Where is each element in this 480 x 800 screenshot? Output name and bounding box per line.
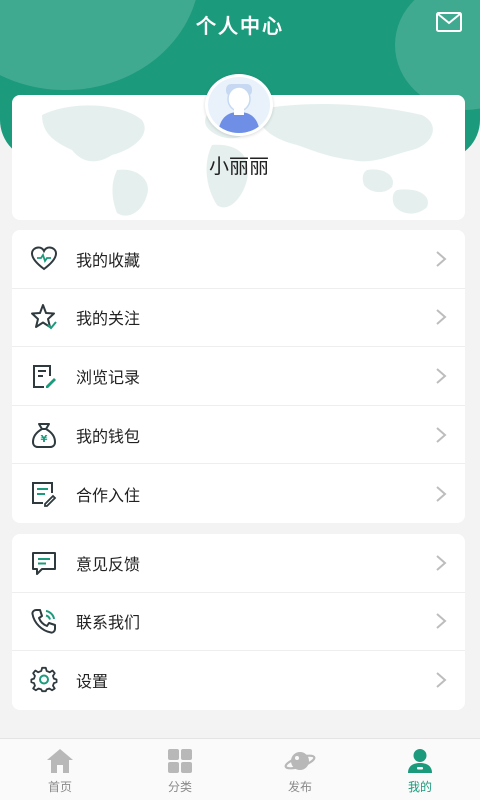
star-icon xyxy=(31,304,57,330)
tab-publish[interactable]: 发布 xyxy=(240,739,360,800)
phone-icon xyxy=(31,609,56,634)
tab-label: 发布 xyxy=(287,780,312,794)
tab-home[interactable]: 首页 xyxy=(0,739,120,800)
cooperation-icon xyxy=(32,481,57,507)
menu-item-feedback[interactable]: 意见反馈 xyxy=(12,534,465,593)
tab-label: 分类 xyxy=(167,780,192,794)
chevron-right-icon xyxy=(436,555,447,571)
feedback-icon xyxy=(32,551,56,575)
menu-item-label: 我的收藏 xyxy=(76,250,141,270)
page-title: 个人中心 xyxy=(196,14,284,38)
chevron-right-icon xyxy=(436,485,447,502)
home-icon xyxy=(47,749,73,773)
menu-item-settings[interactable]: 设置 xyxy=(12,651,465,710)
grid-icon xyxy=(168,749,192,773)
chevron-right-icon xyxy=(436,613,447,630)
heart-icon xyxy=(30,246,58,271)
menu-item-history[interactable]: 浏览记录 xyxy=(12,347,465,406)
menu-group-secondary: 意见反馈 联系我们 设置 xyxy=(12,534,465,710)
tab-label: 首页 xyxy=(47,780,72,794)
menu-item-label: 意见反馈 xyxy=(76,554,141,574)
menu-item-label: 合作入住 xyxy=(76,485,141,505)
menu-item-wallet[interactable]: ¥ 我的钱包 xyxy=(12,406,465,465)
menu-item-label: 我的钱包 xyxy=(76,426,141,446)
chevron-right-icon xyxy=(436,251,447,267)
menu-item-following[interactable]: 我的关注 xyxy=(12,289,465,348)
menu-item-label: 设置 xyxy=(76,672,109,692)
mail-icon[interactable] xyxy=(436,12,462,32)
bottom-tab-bar: 首页 分类 发布 我的 xyxy=(0,738,480,800)
user-icon xyxy=(408,749,432,773)
menu-item-cooperation[interactable]: 合作入住 xyxy=(12,464,465,523)
wallet-icon: ¥ xyxy=(31,422,57,448)
chevron-right-icon xyxy=(436,368,447,384)
menu-item-favorites[interactable]: 我的收藏 xyxy=(12,230,465,289)
username: 小丽丽 xyxy=(209,154,269,178)
svg-text:¥: ¥ xyxy=(41,434,48,445)
menu-item-label: 联系我们 xyxy=(76,613,141,633)
history-icon xyxy=(33,364,56,388)
gear-icon xyxy=(30,667,58,693)
chevron-right-icon xyxy=(436,426,447,443)
menu-item-label: 浏览记录 xyxy=(76,367,141,387)
menu-item-contact[interactable]: 联系我们 xyxy=(12,593,465,652)
chevron-right-icon xyxy=(436,309,447,326)
avatar[interactable] xyxy=(205,74,273,136)
menu-item-label: 我的关注 xyxy=(76,309,141,329)
tab-mine[interactable]: 我的 xyxy=(360,739,480,800)
menu-group-primary: 我的收藏 我的关注 浏览记录 ¥ 我的钱包 合作入住 xyxy=(12,230,465,523)
tab-label: 我的 xyxy=(407,780,432,794)
tab-category[interactable]: 分类 xyxy=(120,739,240,800)
chevron-right-icon xyxy=(436,672,447,689)
planet-icon xyxy=(284,752,316,770)
